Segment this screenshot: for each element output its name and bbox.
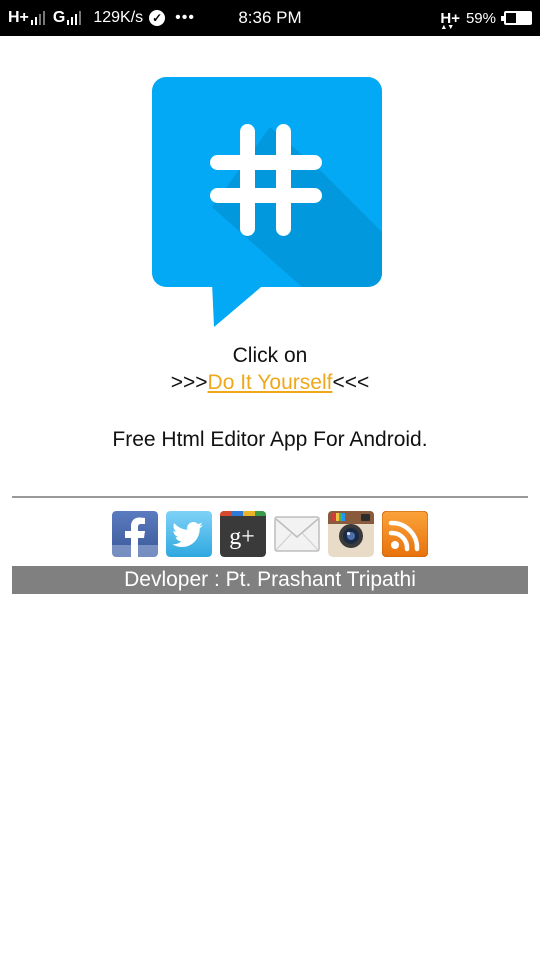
link-suffix: <<<: [332, 371, 370, 394]
tagline: Free Html Editor App For Android.: [112, 428, 428, 451]
data-type-indicator: H+ ▲▼: [440, 9, 460, 31]
instagram-icon[interactable]: [328, 511, 374, 557]
developer-footer: Devloper : Pt. Prashant Tripathi: [12, 566, 528, 594]
app-logo-hashtag-bubble-icon: [152, 77, 382, 327]
status-bar: H+ G 129K/s ✓ ••• 8:36 PM H+ ▲▼ 59%: [0, 0, 540, 36]
facebook-icon[interactable]: [112, 511, 158, 557]
divider: [12, 496, 528, 498]
battery-fill: [515, 13, 530, 23]
link-prefix: >>>: [170, 371, 208, 394]
svg-text:g+: g+: [229, 524, 255, 550]
social-icons-row: g+: [112, 511, 428, 557]
link-line: >>>Do It Yourself<<<: [0, 371, 540, 395]
battery-percent: 59%: [465, 9, 496, 27]
email-icon[interactable]: [274, 511, 320, 557]
twitter-icon[interactable]: [166, 511, 212, 557]
rss-icon[interactable]: [382, 511, 428, 557]
click-on-text: Click on: [232, 344, 308, 367]
battery-icon: [501, 11, 532, 25]
do-it-yourself-link[interactable]: Do It Yourself: [208, 371, 333, 394]
google-plus-icon[interactable]: g+: [220, 511, 266, 557]
status-right: H+ ▲▼ 59%: [440, 0, 532, 36]
